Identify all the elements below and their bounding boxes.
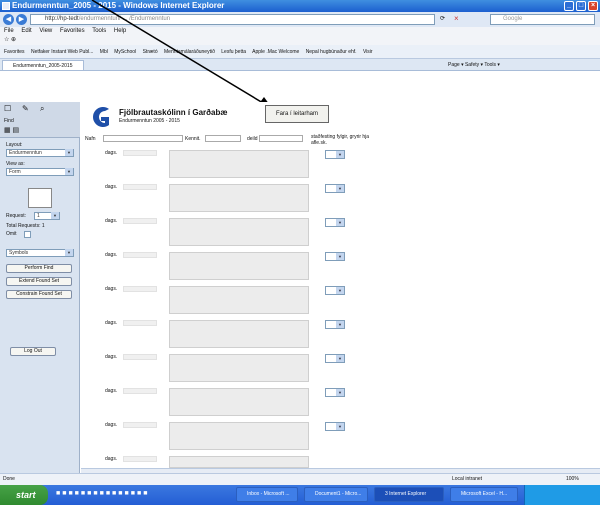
omit-label: Omit (6, 231, 17, 237)
course-row: dags. (81, 248, 381, 282)
course-row: dags. (81, 384, 381, 418)
date-label: dags. (105, 422, 118, 428)
course-text-field[interactable] (169, 456, 309, 468)
date-field[interactable] (123, 320, 157, 326)
omit-checkbox[interactable] (24, 231, 31, 238)
date-field[interactable] (123, 286, 157, 292)
course-text-field[interactable] (169, 354, 309, 382)
book-navigator-icon[interactable] (28, 188, 52, 208)
date-label: dags. (105, 184, 118, 190)
date-label: dags. (105, 388, 118, 394)
course-row: dags. (81, 282, 381, 316)
taskbar-item-word[interactable]: Document1 - Micro... (304, 487, 368, 502)
layout-tools-icon[interactable]: ▦ ▤ (4, 126, 19, 134)
layout-label: Layout: (6, 142, 23, 148)
confirmation-select[interactable] (325, 354, 345, 363)
confirmation-select[interactable] (325, 150, 345, 159)
course-text-field[interactable] (169, 184, 309, 212)
date-label: dags. (105, 456, 118, 462)
confirmation-select[interactable] (325, 388, 345, 397)
course-text-field[interactable] (169, 218, 309, 246)
edit-icon[interactable]: ✎ (22, 104, 29, 113)
confirmation-select[interactable] (325, 218, 345, 227)
confirmation-select[interactable] (325, 252, 345, 261)
date-field[interactable] (123, 354, 157, 360)
zone-label: Local intranet (452, 476, 483, 482)
course-row: dags. (81, 214, 381, 248)
system-tray (524, 485, 600, 505)
course-row: dags. (81, 350, 381, 384)
kennit-label: Kennit. (185, 136, 201, 142)
perform-find-button[interactable]: Perform Find (6, 264, 72, 273)
date-field[interactable] (123, 218, 157, 224)
constrain-found-set-button[interactable]: Constrain Found Set (6, 290, 72, 299)
mode-toolbar: ☐ ✎ ⌕ Find ▦ ▤ (0, 102, 80, 138)
course-text-field[interactable] (169, 388, 309, 416)
view-label: View as: (6, 161, 25, 167)
find-mode-button[interactable]: Fara í leitarham (265, 105, 329, 123)
request-label: Request: (6, 213, 27, 219)
taskbar-item-inbox[interactable]: Inbox - Microsoft ... (236, 487, 298, 502)
taskbar: start ■■■■■■■■■■■■■■■ Inbox - Microsoft … (0, 485, 600, 505)
date-field[interactable] (123, 150, 157, 156)
browse-icon[interactable]: ☐ (4, 104, 11, 113)
status-bar: Done Local intranet 100% (0, 473, 600, 485)
course-text-field[interactable] (169, 422, 309, 450)
date-label: dags. (105, 218, 118, 224)
name-field[interactable] (103, 135, 183, 142)
school-subtitle: Endurmenntun 2005 - 2015 (119, 118, 180, 124)
name-label: Nafn (85, 136, 96, 142)
confirmation-select[interactable] (325, 422, 345, 431)
status-text: Done (3, 476, 15, 482)
date-label: dags. (105, 320, 118, 326)
confirmation-select[interactable] (325, 320, 345, 329)
taskbar-item-excel[interactable]: Microsoft Excel - H... (450, 487, 518, 502)
date-label: dags. (105, 150, 118, 156)
course-text-field[interactable] (169, 252, 309, 280)
status-sidebar: ☐ ✎ ⌕ Find ▦ ▤ Layout: Endurmenntun View… (0, 102, 80, 473)
confirmation-label: staðfesting fylgir, gryrir hja afle.sk. (311, 134, 370, 146)
date-field[interactable] (123, 456, 157, 462)
confirmation-select[interactable] (325, 286, 345, 295)
course-text-field[interactable] (169, 286, 309, 314)
zoom-level[interactable]: 100% (566, 474, 579, 485)
course-row: dags. (81, 180, 381, 214)
date-field[interactable] (123, 388, 157, 394)
course-text-field[interactable] (169, 320, 309, 348)
confirmation-select[interactable] (325, 184, 345, 193)
start-button[interactable]: start (0, 485, 48, 505)
date-label: dags. (105, 354, 118, 360)
layout-select[interactable]: Endurmenntun (6, 149, 74, 157)
quick-launch-icons[interactable]: ■■■■■■■■■■■■■■■ (56, 490, 149, 497)
course-row: dags. (81, 418, 381, 452)
date-label: dags. (105, 286, 118, 292)
date-field[interactable] (123, 422, 157, 428)
log-out-button[interactable]: Log Out (10, 347, 56, 356)
request-field[interactable]: 1 (34, 212, 60, 220)
date-field[interactable] (123, 184, 157, 190)
view-select[interactable]: Form (6, 168, 74, 176)
find-mode-label: Find (4, 118, 14, 124)
school-name: Fjölbrautaskólinn í Garðabæ (119, 108, 228, 117)
kennit-field[interactable] (205, 135, 241, 142)
find-icon[interactable]: ⌕ (40, 104, 44, 114)
course-row: dags. (81, 316, 381, 350)
symbols-select[interactable]: Symbols (6, 249, 74, 257)
deild-label: deild (247, 136, 258, 142)
extend-found-set-button[interactable]: Extend Found Set (6, 277, 72, 286)
date-field[interactable] (123, 252, 157, 258)
total-requests: Total Requests: 1 (6, 223, 45, 229)
form-content: Fjölbrautaskólinn í Garðabæ Endurmenntun… (81, 102, 600, 473)
school-logo (93, 107, 109, 127)
course-text-field[interactable] (169, 150, 309, 178)
course-row: dags. (81, 146, 381, 180)
date-label: dags. (105, 252, 118, 258)
deild-field[interactable] (259, 135, 303, 142)
taskbar-item-ie[interactable]: 3 Internet Explorer (374, 487, 444, 502)
